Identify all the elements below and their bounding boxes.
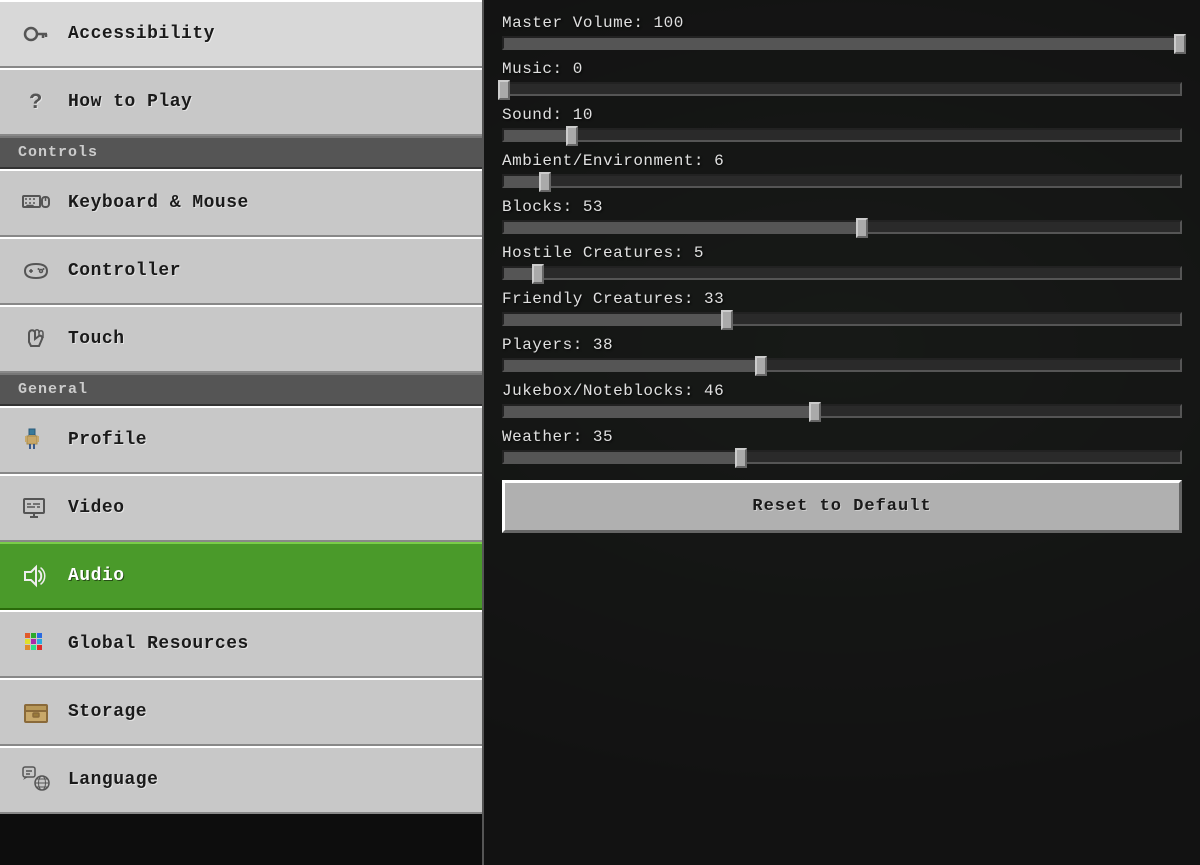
sidebar-item-how-to-play[interactable]: ? How to Play [0, 68, 482, 136]
sidebar-item-keyboard-mouse-label: Keyboard & Mouse [68, 193, 249, 213]
slider-row-music: Music: 0 [502, 60, 1182, 96]
sidebar-item-touch-label: Touch [68, 329, 125, 349]
slider-row-ambient-environment: Ambient/Environment: 6 [502, 152, 1182, 188]
question-icon: ? [18, 84, 54, 120]
sidebar-item-global-resources-label: Global Resources [68, 634, 249, 654]
sidebar-item-language-label: Language [68, 770, 158, 790]
slider-thumb-sound[interactable] [566, 126, 578, 146]
slider-row-players: Players: 38 [502, 336, 1182, 372]
slider-thumb-ambient-environment[interactable] [539, 172, 551, 192]
slider-thumb-music[interactable] [498, 80, 510, 100]
touch-icon [18, 321, 54, 357]
controls-section-label: Controls [0, 136, 482, 169]
slider-thumb-jukebox-noteblocks[interactable] [809, 402, 821, 422]
slider-label-music: Music: 0 [502, 60, 1182, 78]
slider-row-friendly-creatures: Friendly Creatures: 33 [502, 290, 1182, 326]
slider-row-master-volume: Master Volume: 100 [502, 14, 1182, 50]
resources-icon [18, 626, 54, 662]
slider-track-players[interactable] [502, 358, 1182, 372]
slider-thumb-weather[interactable] [735, 448, 747, 468]
sidebar-item-touch[interactable]: Touch [0, 305, 482, 373]
general-section-label: General [0, 373, 482, 406]
language-icon [18, 762, 54, 798]
slider-thumb-master-volume[interactable] [1174, 34, 1186, 54]
sidebar-item-storage[interactable]: Storage [0, 678, 482, 746]
reset-to-default-button[interactable]: Reset to Default [502, 480, 1182, 533]
slider-track-hostile-creatures[interactable] [502, 266, 1182, 280]
profile-icon [18, 422, 54, 458]
slider-track-sound[interactable] [502, 128, 1182, 142]
slider-label-master-volume: Master Volume: 100 [502, 14, 1182, 32]
sidebar-item-accessibility[interactable]: Accessibility [0, 0, 482, 68]
controller-icon [18, 253, 54, 289]
sidebar-item-global-resources[interactable]: Global Resources [0, 610, 482, 678]
slider-track-weather[interactable] [502, 450, 1182, 464]
video-icon [18, 490, 54, 526]
slider-label-ambient-environment: Ambient/Environment: 6 [502, 152, 1182, 170]
sidebar-item-accessibility-label: Accessibility [68, 24, 215, 44]
slider-row-sound: Sound: 10 [502, 106, 1182, 142]
slider-row-jukebox-noteblocks: Jukebox/Noteblocks: 46 [502, 382, 1182, 418]
sidebar-item-profile[interactable]: Profile [0, 406, 482, 474]
sidebar-item-keyboard-mouse[interactable]: Keyboard & Mouse [0, 169, 482, 237]
sidebar-item-audio[interactable]: Audio [0, 542, 482, 610]
slider-track-ambient-environment[interactable] [502, 174, 1182, 188]
slider-track-music[interactable] [502, 82, 1182, 96]
slider-track-master-volume[interactable] [502, 36, 1182, 50]
slider-track-friendly-creatures[interactable] [502, 312, 1182, 326]
slider-thumb-hostile-creatures[interactable] [532, 264, 544, 284]
sidebar-item-how-to-play-label: How to Play [68, 92, 192, 112]
sidebar-item-profile-label: Profile [68, 430, 147, 450]
sidebar-item-storage-label: Storage [68, 702, 147, 722]
slider-label-sound: Sound: 10 [502, 106, 1182, 124]
sidebar-item-video-label: Video [68, 498, 125, 518]
slider-track-jukebox-noteblocks[interactable] [502, 404, 1182, 418]
slider-label-friendly-creatures: Friendly Creatures: 33 [502, 290, 1182, 308]
sidebar-item-controller-label: Controller [68, 261, 181, 281]
storage-icon [18, 694, 54, 730]
sidebar-item-language[interactable]: Language [0, 746, 482, 814]
keyboard-icon [18, 185, 54, 221]
slider-row-weather: Weather: 35 [502, 428, 1182, 464]
sidebar: Accessibility ? How to Play Controls [0, 0, 484, 865]
slider-thumb-blocks[interactable] [856, 218, 868, 238]
audio-content-panel: Master Volume: 100 Music: 0 Sound: 10 Ambie… [484, 0, 1200, 865]
sidebar-item-audio-label: Audio [68, 566, 125, 586]
slider-label-weather: Weather: 35 [502, 428, 1182, 446]
slider-thumb-friendly-creatures[interactable] [721, 310, 733, 330]
sidebar-item-video[interactable]: Video [0, 474, 482, 542]
slider-label-jukebox-noteblocks: Jukebox/Noteblocks: 46 [502, 382, 1182, 400]
slider-row-hostile-creatures: Hostile Creatures: 5 [502, 244, 1182, 280]
slider-thumb-players[interactable] [755, 356, 767, 376]
slider-label-blocks: Blocks: 53 [502, 198, 1182, 216]
audio-icon [18, 558, 54, 594]
slider-label-players: Players: 38 [502, 336, 1182, 354]
key-icon [18, 16, 54, 52]
slider-row-blocks: Blocks: 53 [502, 198, 1182, 234]
slider-label-hostile-creatures: Hostile Creatures: 5 [502, 244, 1182, 262]
sidebar-item-controller[interactable]: Controller [0, 237, 482, 305]
slider-track-blocks[interactable] [502, 220, 1182, 234]
